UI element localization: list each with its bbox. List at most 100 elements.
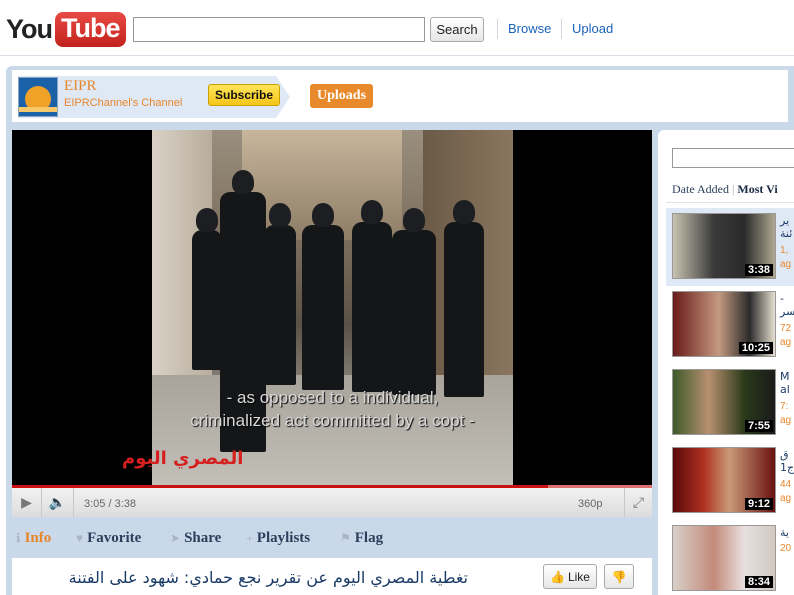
sort-options: Date Added | Most Vi (672, 182, 778, 197)
scene-officer (444, 200, 484, 397)
video-title[interactable]: ير (780, 214, 789, 227)
video-age: ag (780, 415, 792, 426)
video-thumbnail[interactable]: 8:34 (672, 525, 776, 591)
video-frame[interactable]: - as opposed to a individual, criminaliz… (152, 130, 513, 485)
sort-separator: | (731, 182, 735, 196)
scene-officer (392, 208, 436, 395)
scene-officer (352, 200, 392, 392)
search-button[interactable]: Search (430, 17, 484, 42)
quality-selector[interactable]: 360p (578, 498, 602, 510)
channel-header: EIPR EIPRChannel's Channel Subscribe Upl… (12, 70, 788, 122)
video-age: ag (780, 337, 792, 348)
video-age: ag (780, 259, 792, 270)
video-title[interactable]: - (780, 292, 784, 305)
video-title[interactable]: ية (780, 526, 789, 539)
video-thumbnail[interactable]: 10:25 (672, 291, 776, 357)
list-item[interactable]: 7:55 M al 7: ag (666, 364, 794, 442)
avatar-logo-bar (19, 107, 57, 112)
tab-flag-label: Flag (354, 530, 384, 546)
tab-playlists-label: Playlists (256, 530, 311, 546)
sort-date-added[interactable]: Date Added (672, 182, 729, 196)
youtube-logo[interactable]: You Tube (6, 9, 126, 49)
channel-subtitle[interactable]: EIPRChannel's Channel (64, 97, 182, 109)
dislike-button[interactable]: 👎 (604, 564, 634, 589)
progress-bar[interactable] (12, 485, 652, 488)
flag-icon: ⚑ (340, 531, 351, 545)
list-item[interactable]: 3:38 ير ئنة 1, ag (666, 208, 794, 286)
list-item[interactable]: 8:34 ية 20 (666, 520, 794, 595)
video-subtitle-line: - as opposed to a individual, (226, 388, 439, 407)
scene-officer (192, 208, 222, 370)
video-title[interactable]: سر (780, 305, 794, 318)
video-title[interactable]: ئنة (780, 227, 792, 240)
upload-link[interactable]: Upload (572, 21, 613, 36)
player-controls: ▶ 🔈 3:05 / 3:38 360p ⤢ (12, 485, 652, 517)
video-thumbnail[interactable]: 9:12 (672, 447, 776, 513)
channel-page: EIPR EIPRChannel's Channel Subscribe Upl… (6, 66, 794, 595)
nav-separator (561, 19, 562, 39)
top-bar: You Tube Search Browse Upload (0, 0, 794, 56)
info-icon: ℹ (16, 531, 21, 545)
video-duration: 3:38 (744, 264, 773, 276)
video-views: 7: (780, 401, 789, 412)
uploads-button[interactable]: Uploads (310, 84, 374, 108)
list-item[interactable]: 9:12 ق 1ج 44 ag (666, 442, 794, 520)
tab-share-label: Share (184, 530, 222, 546)
scene-officer (302, 203, 344, 390)
fullscreen-icon[interactable]: ⤢ (624, 488, 652, 517)
sort-most-viewed[interactable]: Most Vi (737, 182, 777, 196)
tab-favorite[interactable]: ♥ Favorite (76, 530, 141, 547)
volume-icon[interactable]: 🔈 (42, 488, 74, 517)
scene-officer (264, 203, 296, 385)
video-views: 72 (780, 323, 792, 334)
channel-avatar[interactable] (18, 77, 58, 117)
subscribe-button[interactable]: Subscribe (208, 84, 281, 106)
video-tabs: ℹ Info ♥ Favorite ➤ Share + Playlists ⚑ … (12, 528, 652, 556)
video-info-box: تغطية المصري اليوم عن تقرير نجع حمادي: ش… (12, 558, 652, 595)
video-title[interactable]: al (780, 383, 790, 396)
video-duration: 8:34 (744, 576, 773, 588)
browse-link[interactable]: Browse (508, 21, 551, 36)
video-subtitle-line: criminalized act committed by a copt - (190, 411, 475, 430)
video-duration: 9:12 (744, 498, 773, 510)
list-item[interactable]: 10:25 - سر 72 ag (666, 286, 794, 364)
thumbs-down-icon: 👎 (611, 569, 627, 584)
like-label: Like (567, 569, 590, 584)
channel-search-input[interactable] (672, 148, 794, 168)
video-watermark: المصري اليوم (122, 448, 244, 469)
progress-played (12, 485, 550, 488)
video-views: 1, (780, 245, 789, 256)
video-duration: 10:25 (738, 342, 773, 354)
uploads-sidebar: Date Added | Most Vi 3:38 ير ئنة 1, ag 1… (658, 130, 794, 595)
like-button[interactable]: 👍 Like (543, 564, 597, 589)
video-thumbnail[interactable]: 7:55 (672, 369, 776, 435)
heart-icon: ♥ (76, 531, 84, 545)
tab-flag[interactable]: ⚑ Flag (340, 530, 383, 547)
video-title: تغطية المصري اليوم عن تقرير نجع حمادي: ش… (68, 568, 468, 587)
video-player[interactable]: - as opposed to a individual, criminaliz… (12, 130, 652, 517)
video-thumbnail[interactable]: 3:38 (672, 213, 776, 279)
logo-you-text: You (6, 13, 53, 44)
video-age: ag (780, 493, 792, 504)
tab-playlists[interactable]: + Playlists (246, 530, 310, 547)
video-title[interactable]: M (780, 370, 790, 383)
nav-separator (497, 19, 498, 39)
sidebar-divider (666, 202, 794, 203)
tab-info[interactable]: ℹ Info (16, 530, 51, 547)
tab-info-label: Info (24, 530, 52, 546)
tab-favorite-label: Favorite (87, 530, 142, 546)
search-input[interactable] (133, 17, 425, 42)
logo-tube-text: Tube (55, 11, 126, 47)
video-title[interactable]: 1ج (780, 461, 794, 474)
share-icon: ➤ (170, 531, 181, 545)
time-display: 3:05 / 3:38 (84, 498, 136, 510)
tab-share[interactable]: ➤ Share (170, 530, 221, 547)
thumbs-up-icon: 👍 (550, 569, 565, 584)
play-icon[interactable]: ▶ (12, 488, 42, 517)
video-duration: 7:55 (744, 420, 773, 432)
video-views: 20 (780, 543, 792, 554)
video-title[interactable]: ق (780, 448, 789, 461)
channel-name[interactable]: EIPR (64, 78, 97, 95)
plus-icon: + (246, 531, 253, 545)
video-views: 44 (780, 479, 792, 490)
